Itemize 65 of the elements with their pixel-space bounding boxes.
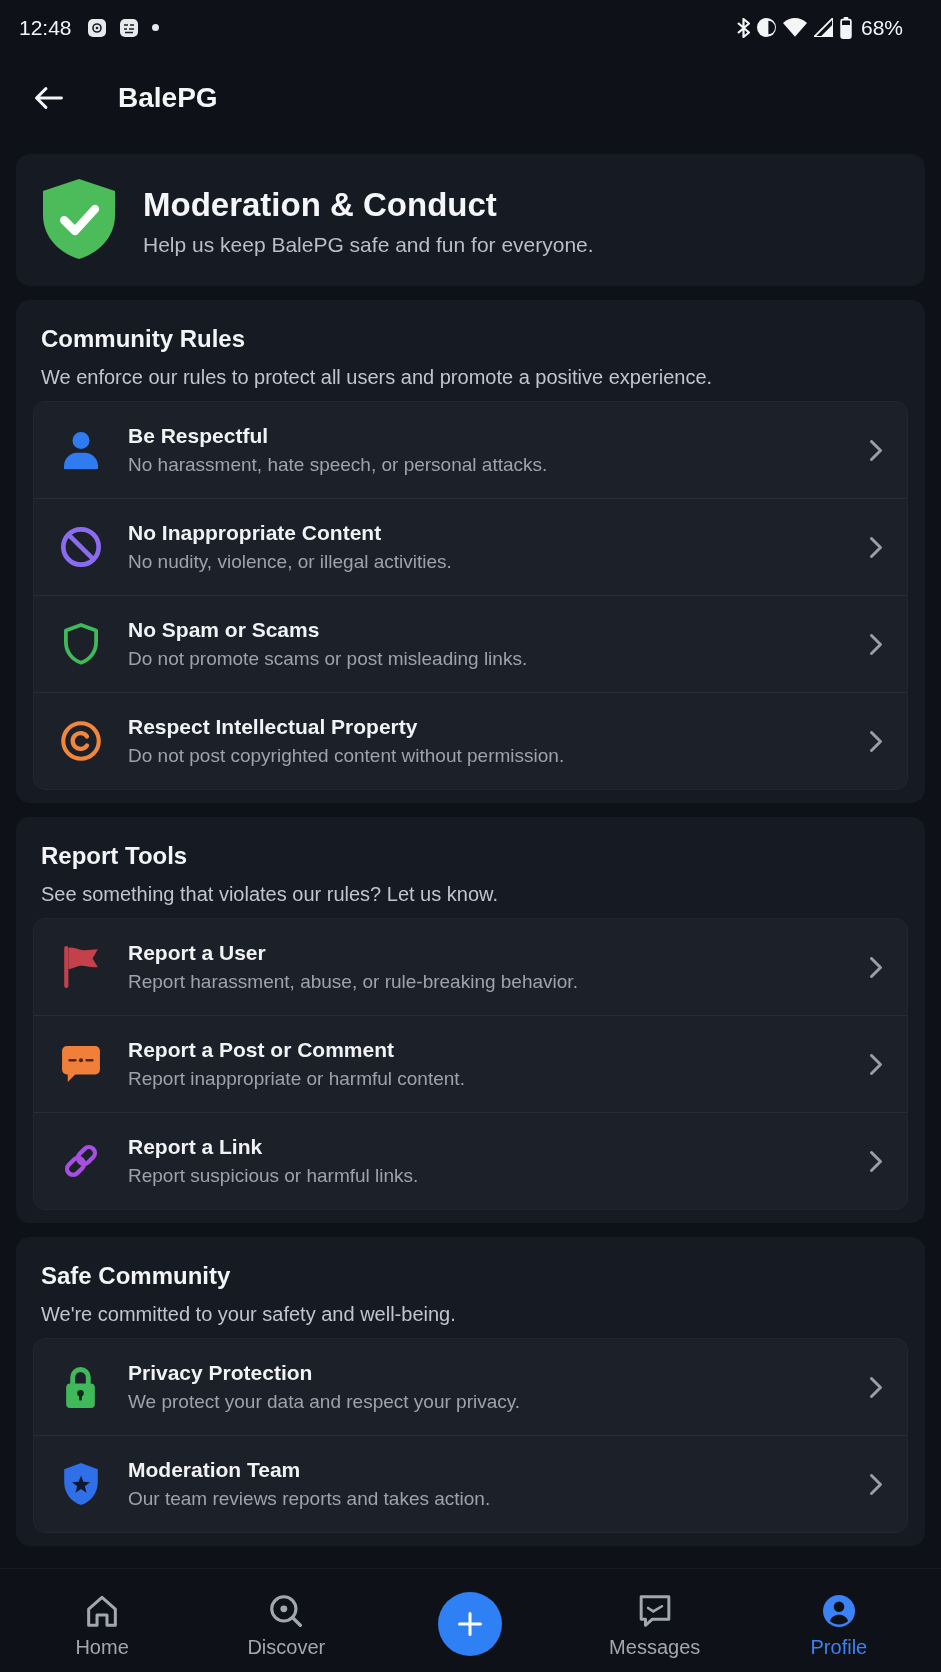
flag-icon xyxy=(63,946,98,988)
item-title[interactable]: Respect Intellectual Property xyxy=(128,713,870,740)
chevron-icon[interactable] xyxy=(870,633,882,655)
item-title[interactable]: No Spam or Scams xyxy=(128,616,870,643)
message-icon xyxy=(638,1595,671,1627)
nav-tab[interactable]: Messages xyxy=(609,1595,701,1659)
app-title: BalePG xyxy=(118,81,218,114)
battery-icon xyxy=(839,16,852,39)
shield-check-icon xyxy=(43,179,115,259)
person-icon xyxy=(63,431,98,469)
item-description: Do not post copyrighted content without permission. xyxy=(128,743,566,768)
chevron-icon[interactable] xyxy=(870,439,882,461)
wifi-icon xyxy=(782,18,807,37)
section-subtitle: See something that violates our rules? Let us know. xyxy=(41,882,499,907)
search-icon xyxy=(270,1595,303,1627)
profile-icon xyxy=(822,1595,855,1627)
item-description: No harassment, hate speech, or personal attacks. xyxy=(128,452,549,477)
item-title[interactable]: Report a Link xyxy=(128,1133,870,1160)
item-description: Report suspicious or harmful links. xyxy=(128,1163,420,1188)
section-subtitle: We enforce our rules to protect all users and promote a positive experience. xyxy=(41,365,714,390)
star-shield-icon xyxy=(63,1463,98,1505)
item-description: Report inappropriate or harmful content. xyxy=(128,1066,466,1091)
item-description: Our team reviews reports and takes action. xyxy=(128,1486,492,1511)
chevron-icon[interactable] xyxy=(870,1376,882,1398)
chevron-icon[interactable] xyxy=(870,536,882,558)
shield-icon xyxy=(63,623,98,665)
half-circle-icon xyxy=(756,18,776,37)
bluetooth-icon xyxy=(736,17,750,38)
padlock-icon xyxy=(66,1366,95,1408)
chevron-icon[interactable] xyxy=(870,956,882,978)
app-notification-icon xyxy=(87,18,106,37)
section-title: Community Rules xyxy=(41,324,247,354)
prohibited-icon xyxy=(60,527,101,567)
chevron-icon[interactable] xyxy=(870,1150,882,1172)
app-notification-icon xyxy=(119,18,138,37)
chevron-icon[interactable] xyxy=(870,1473,882,1495)
section-subtitle: We're committed to your safety and well-being. xyxy=(41,1302,457,1327)
chat-bubble-icon xyxy=(61,1046,100,1082)
chevron-icon[interactable] xyxy=(870,1053,882,1075)
nav-tab[interactable]: Profile xyxy=(810,1595,868,1659)
battery-percentage: 68% xyxy=(860,15,903,40)
signal-icon xyxy=(813,18,833,37)
section-title: Report Tools xyxy=(41,841,189,871)
item-description: No nudity, violence, or illegal activities. xyxy=(128,549,453,574)
item-title[interactable]: Be Respectful xyxy=(128,422,870,449)
item-title[interactable]: Moderation Team xyxy=(128,1456,870,1483)
home-icon xyxy=(86,1595,119,1627)
item-description: Report harassment, abuse, or rule-breaking behavior. xyxy=(128,969,579,994)
intro-subtitle: Help us keep BalePG safe and fun for everyone. xyxy=(143,232,594,258)
item-description: We protect your data and respect your privacy. xyxy=(128,1389,522,1414)
item-description: Do not promote scams or post misleading links. xyxy=(128,646,529,671)
dot-icon xyxy=(151,24,159,31)
nav-tab[interactable]: Home xyxy=(75,1595,129,1659)
item-title[interactable]: Report a User xyxy=(128,939,870,966)
status-time: 12:48 xyxy=(19,15,72,40)
item-title[interactable]: Report a Post or Comment xyxy=(128,1036,870,1063)
nav-tab[interactable]: Discover xyxy=(247,1595,326,1659)
plus-icon xyxy=(458,1612,483,1636)
section-title: Safe Community xyxy=(41,1261,232,1291)
back-arrow-icon[interactable] xyxy=(35,86,63,109)
item-title[interactable]: No Inappropriate Content xyxy=(128,519,870,546)
copyright-icon xyxy=(60,721,101,761)
intro-title: Moderation & Conduct xyxy=(143,186,498,224)
chevron-icon[interactable] xyxy=(870,730,882,752)
item-title[interactable]: Privacy Protection xyxy=(128,1359,870,1386)
